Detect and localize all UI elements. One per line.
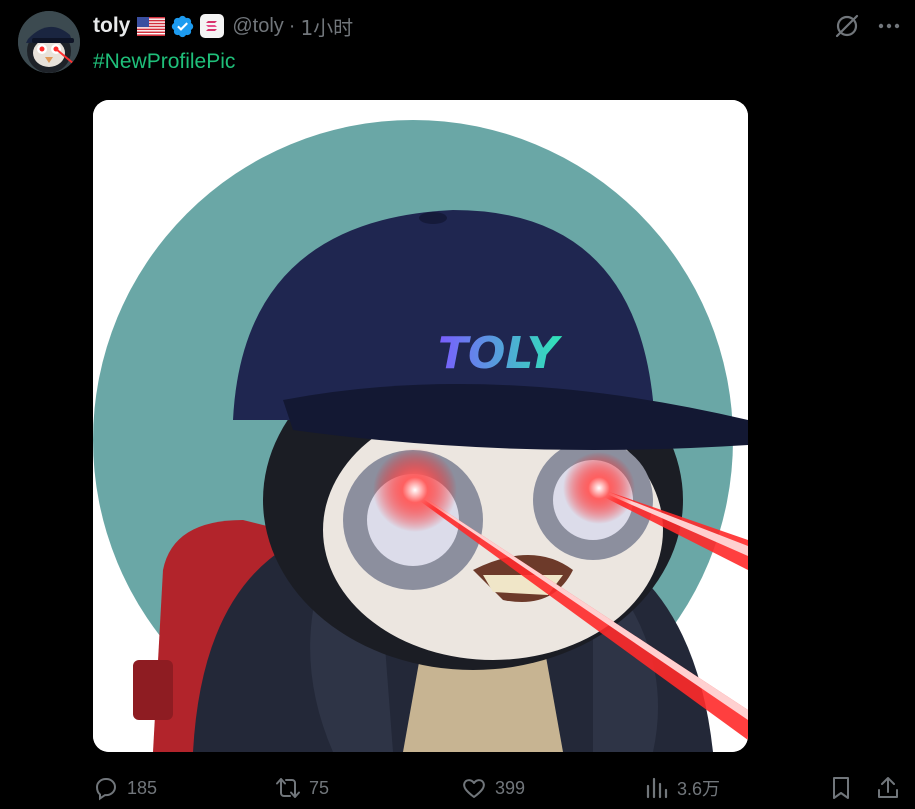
like-count: 399: [495, 777, 526, 798]
views-button[interactable]: 3.6万: [643, 770, 720, 806]
share-icon: [878, 777, 898, 798]
post-media[interactable]: TOLY: [93, 100, 748, 752]
views-count: 3.6万: [677, 779, 721, 799]
views-icon: [646, 777, 668, 799]
share-button[interactable]: [875, 770, 901, 806]
author-handle[interactable]: @toly: [232, 15, 283, 38]
retweet-button[interactable]: 75: [275, 770, 329, 806]
like-icon: [463, 779, 485, 798]
more-options-icon[interactable]: [876, 13, 902, 39]
solana-affiliate-icon[interactable]: [200, 14, 225, 38]
bookmark-icon: [833, 777, 849, 799]
retweet-icon: [276, 778, 300, 798]
grok-icon[interactable]: [834, 13, 860, 39]
us-flag-icon: [137, 16, 166, 36]
action-bar: 185 75 399 3.6万: [0, 770, 915, 806]
penguin-avatar: [18, 11, 80, 73]
penguin-laser-eyes-image: TOLY: [93, 100, 748, 752]
reply-count: 185: [127, 777, 158, 798]
like-button[interactable]: 399: [461, 770, 525, 806]
author-avatar[interactable]: [18, 11, 80, 73]
reply-icon: [95, 778, 117, 801]
post-time[interactable]: 1小时: [300, 12, 353, 41]
verified-badge-icon[interactable]: [170, 14, 195, 39]
retweet-count: 75: [309, 777, 330, 798]
cap-text: TOLY: [438, 328, 563, 379]
post-header: toly @toly · 1小时: [93, 10, 353, 42]
bookmark-button[interactable]: [828, 770, 854, 806]
reply-button[interactable]: 185: [93, 770, 157, 806]
author-name[interactable]: toly: [93, 14, 130, 38]
separator-dot: ·: [288, 14, 296, 37]
post-hashtag[interactable]: #NewProfilePic: [93, 50, 235, 74]
